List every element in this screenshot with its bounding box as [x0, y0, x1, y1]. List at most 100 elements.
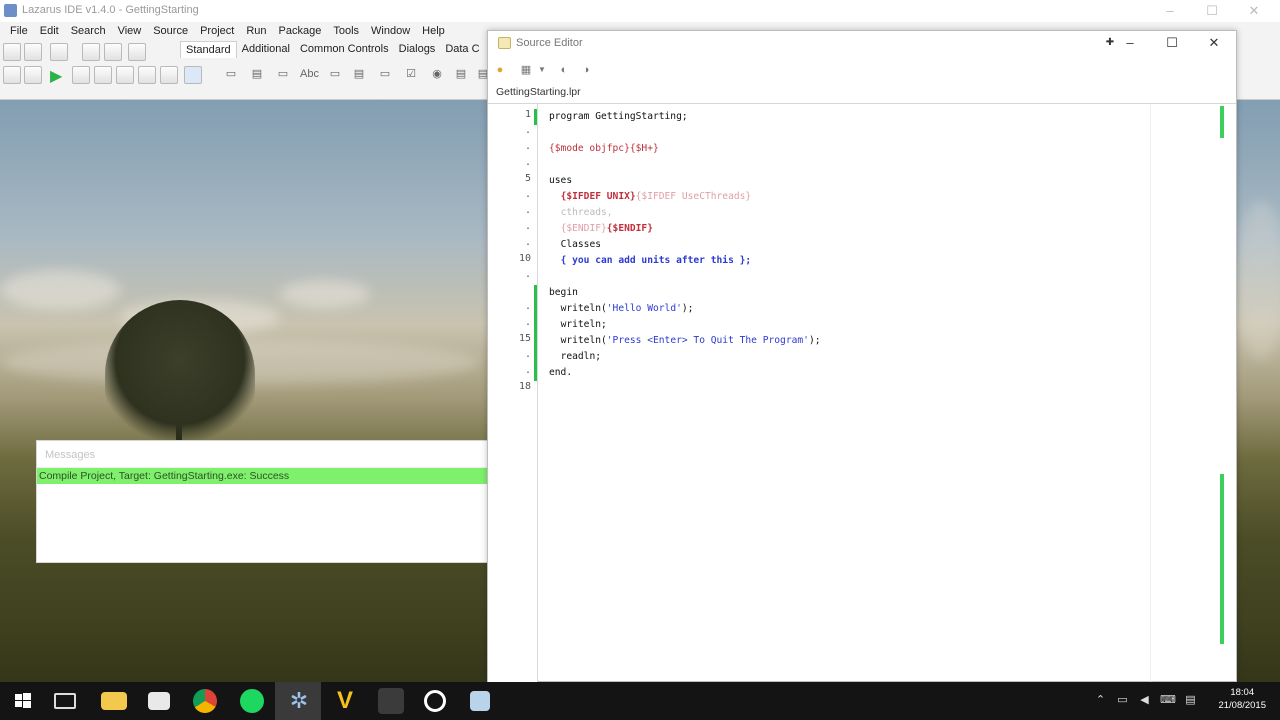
clock[interactable]: 18:04 21/08/2015 [1218, 686, 1266, 712]
file-explorer-icon[interactable] [101, 692, 127, 710]
windows-start-icon[interactable] [10, 688, 36, 714]
show-hidden-icons[interactable]: ⌃ [1094, 694, 1107, 706]
task-view-icon[interactable] [54, 693, 76, 709]
keyboard-icon[interactable]: ⌨ [1160, 694, 1176, 706]
compile-success-message[interactable]: Compile Project, Target: GettingStarting… [37, 468, 487, 484]
menu-search[interactable]: Search [65, 25, 112, 37]
code-token: {$IFDEF UNIX} [560, 191, 636, 202]
tlistbox-icon[interactable]: ▤ [452, 66, 470, 82]
tmainmenu-icon[interactable]: ▤ [248, 66, 266, 82]
code-token: writeln; [560, 319, 607, 330]
notifications-icon[interactable]: ▤ [1184, 694, 1197, 706]
messages-title: Messages [37, 441, 487, 468]
selection-tool-icon[interactable] [184, 66, 202, 84]
code-token: {$IFDEF UseCThreads} [635, 191, 752, 202]
menu-view[interactable]: View [112, 25, 148, 37]
close-button[interactable]: ✕ [1196, 33, 1232, 53]
source-editor-icon [498, 37, 511, 49]
code-token: cthreads, [560, 207, 613, 218]
line-number: 5 [524, 173, 531, 184]
pause-icon[interactable] [72, 66, 90, 84]
network-icon[interactable]: ▭ [1116, 694, 1129, 706]
code-token: 'Hello World' [606, 303, 682, 314]
menu-tools[interactable]: Tools [327, 25, 365, 37]
save-all-icon[interactable] [104, 43, 122, 61]
volume-icon[interactable]: ◀ [1138, 694, 1151, 706]
save-icon[interactable] [82, 43, 100, 61]
minimize-button[interactable]: – [1112, 33, 1148, 53]
chrome-icon[interactable] [193, 689, 217, 713]
source-editor-window: Source Editor ✚ – ☐ ✕ ● ▦ ▼ ◐ ◑ GettingS… [487, 30, 1237, 682]
line-gutter: 1 . . . 5 . . . . 10 . . . 15 . . 18 [488, 104, 538, 682]
obs-icon[interactable] [424, 690, 446, 712]
file-tab[interactable]: GettingStarting.lpr [496, 86, 581, 98]
tab-common-controls[interactable]: Common Controls [295, 41, 394, 58]
line-number: . [524, 365, 531, 376]
minimize-button[interactable]: – [1148, 2, 1192, 20]
tab-additional[interactable]: Additional [237, 41, 295, 58]
tmemo-icon[interactable]: ▤ [350, 66, 368, 82]
change-marker [534, 285, 537, 381]
step-over-icon[interactable] [138, 66, 156, 84]
notepad-icon[interactable] [470, 691, 490, 711]
code-line: {$ENDIF}{$ENDIF} [549, 221, 821, 237]
app-icon[interactable] [378, 688, 404, 714]
line-number: 10 [518, 253, 531, 264]
ide-titlebar: Lazarus IDE v1.4.0 - GettingStarting – ☐… [0, 0, 1280, 22]
tframes-icon[interactable]: ▭ [222, 66, 240, 82]
code-line: end. [549, 365, 821, 381]
tab-standard[interactable]: Standard [180, 41, 237, 58]
spotify-icon[interactable] [240, 689, 264, 713]
photos-icon[interactable] [148, 692, 170, 710]
open-file-icon[interactable] [50, 43, 68, 61]
code-editor[interactable]: 1 . . . 5 . . . . 10 . . . 15 . . 18 pro… [488, 103, 1236, 682]
menu-help[interactable]: Help [416, 25, 451, 37]
menu-file[interactable]: File [4, 25, 34, 37]
tlabel-icon[interactable]: Abc [300, 66, 319, 82]
view-forms-icon[interactable] [24, 66, 42, 84]
line-number: . [524, 141, 531, 152]
maximize-button[interactable]: ☐ [1190, 2, 1234, 20]
menu-edit[interactable]: Edit [34, 25, 65, 37]
tab-dialogs[interactable]: Dialogs [394, 41, 441, 58]
jump-icon[interactable]: ● [492, 63, 508, 77]
tbutton-icon[interactable]: ▭ [376, 66, 394, 82]
maximize-button[interactable]: ☐ [1154, 33, 1190, 53]
tcheckbox-icon[interactable]: ☑ [402, 66, 420, 82]
lazarus-taskbar-icon[interactable]: ✲ [286, 688, 312, 714]
dropdown-arrow-icon[interactable]: ▼ [534, 63, 550, 77]
code-token: ); [681, 303, 694, 314]
stop-icon[interactable] [94, 66, 112, 84]
tab-data-controls[interactable]: Data C [440, 41, 484, 58]
line-number: . [524, 205, 531, 216]
menu-window[interactable]: Window [365, 25, 416, 37]
close-file-icon[interactable] [128, 43, 146, 61]
run-icon[interactable]: ▶ [50, 66, 62, 86]
menu-run[interactable]: Run [240, 25, 272, 37]
code-token: 'Press <Enter> To Quit The Program' [606, 335, 809, 346]
menu-source[interactable]: Source [147, 25, 194, 37]
tedit-icon[interactable]: ▭ [326, 66, 344, 82]
view-units-icon[interactable] [3, 66, 21, 84]
clock-date: 21/08/2015 [1218, 700, 1266, 711]
code-token: end. [549, 367, 573, 378]
jump-back-icon[interactable]: ◐ [556, 63, 572, 77]
step-into-icon[interactable] [116, 66, 134, 84]
menu-project[interactable]: Project [194, 25, 240, 37]
close-button[interactable]: ✕ [1232, 2, 1276, 20]
new-unit-icon[interactable] [3, 43, 21, 61]
bookmark-icon[interactable]: ▦ [518, 63, 534, 77]
source-editor-title: Source Editor [516, 37, 583, 49]
tradiobutton-icon[interactable]: ◉ [428, 66, 446, 82]
vlc-icon[interactable]: V [332, 688, 358, 714]
tpopupmenu-icon[interactable]: ▭ [274, 66, 292, 82]
step-out-icon[interactable] [160, 66, 178, 84]
code-token: uses [549, 175, 573, 186]
new-form-icon[interactable] [24, 43, 42, 61]
line-number: 1 [524, 109, 531, 120]
menu-package[interactable]: Package [273, 25, 328, 37]
jump-forward-icon[interactable]: ◑ [578, 63, 594, 77]
tree [105, 300, 255, 450]
code-line: program GettingStarting; [549, 109, 821, 125]
